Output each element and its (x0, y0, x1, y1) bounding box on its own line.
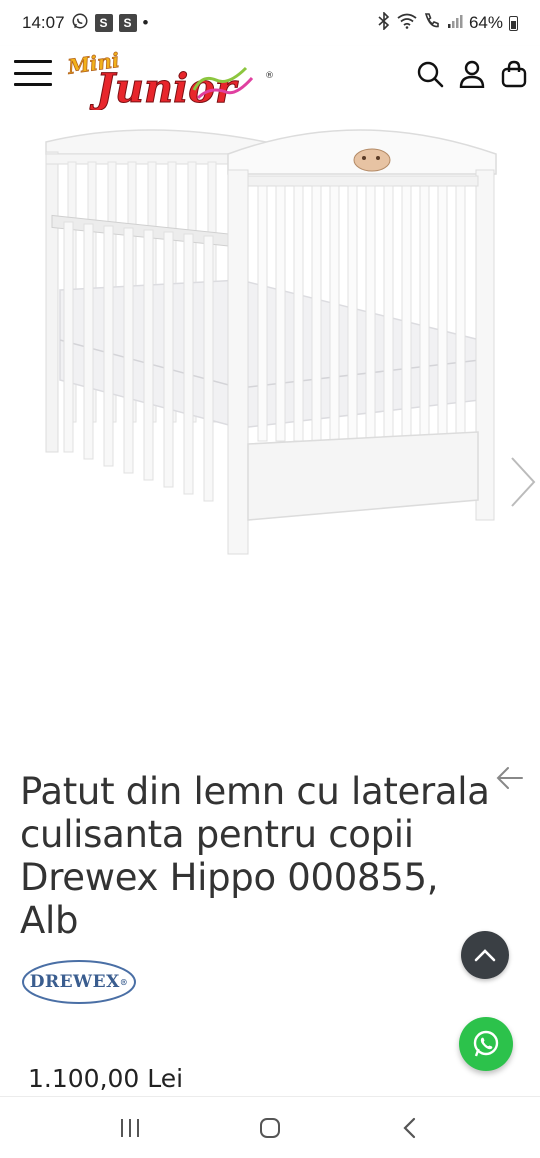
home-button[interactable] (250, 1108, 290, 1148)
product-price: 1.100,00 Lei (28, 1064, 184, 1093)
bluetooth-icon (377, 10, 391, 35)
more-notifications-dot: • (142, 13, 149, 32)
recent-apps-button[interactable] (110, 1108, 150, 1148)
status-time: 14:07 (22, 13, 65, 32)
notification-badge-s1: S (94, 14, 113, 32)
menu-button[interactable] (12, 58, 54, 88)
recent-apps-icon (121, 1118, 139, 1137)
chevron-up-icon (474, 949, 496, 962)
system-nav-bar (0, 1096, 540, 1158)
status-right: 64% (377, 10, 518, 35)
status-left: 14:07 S S • (22, 12, 149, 35)
back-button[interactable] (390, 1108, 430, 1148)
scroll-to-top-button[interactable] (461, 931, 509, 979)
whatsapp-icon (473, 1030, 499, 1057)
brand-logo[interactable]: DREWEX ® (20, 958, 138, 1006)
back-icon (403, 1117, 416, 1138)
brand-logo-text: DREWEX ® (20, 958, 138, 1006)
wifi-icon (397, 13, 417, 34)
menu-icon-line (14, 60, 52, 63)
logo-junior-text: Junior (89, 65, 239, 110)
user-icon[interactable] (456, 58, 488, 90)
brand-registered: ® (119, 977, 129, 987)
menu-icon-line (14, 83, 52, 86)
signal-icon (447, 13, 463, 34)
crib-image (0, 114, 540, 724)
whatsapp-button[interactable] (459, 1017, 513, 1071)
brand-name: DREWEX (29, 972, 120, 992)
search-icon[interactable] (414, 58, 446, 90)
cart-icon[interactable] (498, 58, 530, 90)
status-bar: 14:07 S S • 64% (0, 0, 540, 46)
header-icons (414, 58, 530, 90)
whatsapp-notification-icon (71, 12, 89, 35)
notification-badge-s2: S (118, 14, 137, 32)
app-header: Mini Junior ® (0, 46, 540, 114)
mini-junior-logo[interactable]: Mini Junior ® (65, 46, 276, 112)
home-icon (260, 1117, 280, 1138)
battery-percent: 64% (468, 13, 503, 32)
logo-registered: ® (265, 71, 274, 81)
next-image-arrow[interactable] (504, 454, 540, 510)
back-arrow-icon[interactable] (494, 764, 526, 792)
product-image-gallery[interactable] (0, 114, 540, 724)
product-title: Patut din lemn cu laterala culisanta pen… (20, 770, 490, 942)
call-icon (423, 12, 441, 35)
battery-icon (509, 15, 518, 31)
menu-icon-line (14, 71, 52, 75)
